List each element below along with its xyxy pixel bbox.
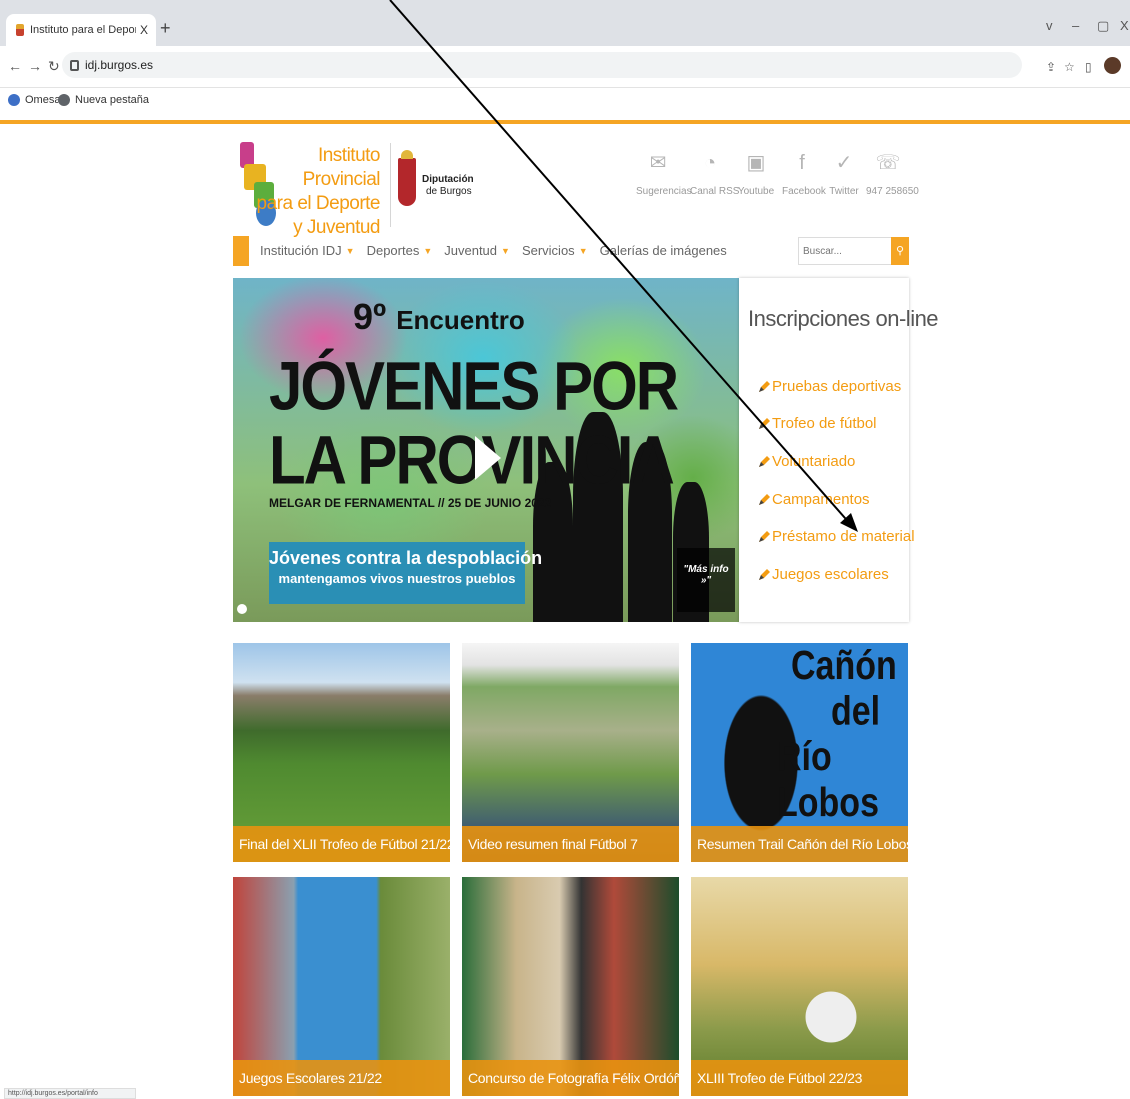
- menu-item-deportes[interactable]: Deportes ▼: [367, 243, 433, 258]
- hero-banner: Jóvenes contra la despoblación mantengam…: [269, 542, 542, 604]
- bookmark-star-icon[interactable]: ☆: [1064, 60, 1075, 74]
- back-arrow-icon[interactable]: ←: [8, 58, 22, 74]
- tile-caption: XLIII Trofeo de Fútbol 22/23: [691, 1060, 908, 1096]
- menu-item-galerias[interactable]: Galerías de imágenes: [600, 243, 727, 258]
- social-twitter[interactable]: ✓ Twitter: [827, 150, 861, 197]
- globe-icon: [58, 94, 70, 106]
- tile-caption: Video resumen final Fútbol 7: [462, 826, 679, 862]
- menu-item-servicios[interactable]: Servicios ▼: [522, 243, 588, 258]
- pencil-icon: [759, 380, 770, 392]
- minimize-button[interactable]: –: [1072, 18, 1079, 33]
- diputacion-logo-text[interactable]: Diputación de Burgos: [422, 174, 474, 198]
- social-sugerencias[interactable]: ✉ Sugerencias: [636, 150, 692, 197]
- hero-title-line1: 9º Encuentro: [353, 296, 525, 337]
- tab-search-icon[interactable]: v: [1046, 18, 1053, 33]
- menu-item-juventud[interactable]: Juventud ▼: [444, 243, 510, 258]
- inscripcion-link-campamentos[interactable]: Campamentos: [758, 491, 870, 508]
- browser-tabstrip: Instituto para el Deporte y Juven X + v …: [0, 0, 1130, 46]
- bookmark-omesa[interactable]: Omesa: [8, 94, 60, 106]
- mail-icon: ✉: [649, 152, 667, 174]
- tile-caption: Final del XLII Trofeo de Fútbol 21/22: [233, 826, 450, 862]
- header-divider: [390, 143, 391, 227]
- main-menu: Institución IDJ ▼ Deportes ▼ Juventud ▼ Ser…: [260, 243, 739, 258]
- side-panel-icon[interactable]: ▯: [1085, 60, 1092, 74]
- restore-button[interactable]: ▢: [1097, 18, 1109, 34]
- inscripcion-link-pruebas[interactable]: Pruebas deportivas: [758, 378, 901, 395]
- status-url-bar: http://idj.burgos.es/portal/info: [4, 1088, 136, 1099]
- hero-title-line3: LA PROVINCIA: [269, 421, 675, 499]
- inscripcion-link-prestamo[interactable]: Préstamo de material: [758, 528, 915, 545]
- news-tile-juegos-escolares[interactable]: Juegos Escolares 21/22: [233, 877, 450, 1096]
- address-url: idj.burgos.es: [85, 58, 154, 72]
- twitter-icon: ✓: [835, 152, 853, 174]
- youtube-icon: ▣: [746, 152, 766, 174]
- slider-dot[interactable]: [237, 604, 247, 614]
- social-facebook[interactable]: f Facebook: [782, 150, 826, 197]
- diputacion-shield-icon: [398, 150, 416, 206]
- facebook-icon: f: [799, 152, 805, 174]
- search-input[interactable]: [798, 237, 892, 265]
- tab-title: Instituto para el Deporte y Juven: [30, 24, 136, 36]
- site-brand-title[interactable]: Instituto Provincial para el Deporte y J…: [252, 144, 381, 240]
- search-icon: ⚲: [895, 245, 905, 257]
- caret-down-icon: ▼: [578, 245, 588, 256]
- news-tile-trail-canon[interactable]: Cañón del Río Lobos Resumen Trail Cañón …: [691, 643, 908, 862]
- pencil-icon: [759, 493, 770, 505]
- forward-arrow-icon[interactable]: →: [28, 58, 42, 74]
- social-rss[interactable]: ◔ Canal RSS: [690, 150, 739, 197]
- tile-caption: Resumen Trail Cañón del Río Lobos: [691, 826, 908, 862]
- site-favicon-icon: [16, 24, 24, 36]
- inscripcion-link-juegos[interactable]: Juegos escolares: [758, 566, 889, 583]
- tile-caption: Concurso de Fotografía Félix Ordóñez: [462, 1060, 679, 1096]
- pencil-icon: [759, 530, 770, 542]
- search-button[interactable]: ⚲: [891, 237, 909, 265]
- menu-item-institucion[interactable]: Institución IDJ ▼: [260, 243, 355, 258]
- hero-title-line2: JÓVENES POR: [269, 347, 679, 425]
- header-accent-rule: [0, 120, 1130, 124]
- omesa-icon: [8, 94, 20, 106]
- inscripcion-link-trofeo[interactable]: Trofeo de fútbol: [758, 415, 877, 432]
- bookmark-nueva-pestana[interactable]: Nueva pestaña: [58, 94, 149, 106]
- hero-slider[interactable]: 9º Encuentro JÓVENES POR LA PROVINCIA ME…: [233, 278, 739, 622]
- bookmarks-bar: Omesa Nueva pestaña: [0, 88, 1130, 114]
- news-tile-concurso-foto[interactable]: Concurso de Fotografía Félix Ordóñez: [462, 877, 679, 1096]
- caret-down-icon: ▼: [501, 245, 510, 256]
- menu-accent-block: [233, 236, 249, 266]
- share-icon[interactable]: ⇪: [1046, 60, 1056, 74]
- more-info-button[interactable]: "Más info »": [677, 548, 735, 612]
- close-window-button[interactable]: X: [1120, 18, 1129, 33]
- new-tab-button[interactable]: +: [160, 19, 171, 37]
- news-tile-xliii-trofeo[interactable]: XLIII Trofeo de Fútbol 22/23: [691, 877, 908, 1096]
- lock-icon: [70, 59, 79, 71]
- rss-icon: ◔: [703, 152, 717, 174]
- news-tile-video-futbol7[interactable]: Video resumen final Fútbol 7: [462, 643, 679, 862]
- pencil-icon: [759, 568, 770, 580]
- play-icon[interactable]: [475, 436, 501, 480]
- inscripcion-link-voluntariado[interactable]: Voluntariado: [758, 453, 855, 470]
- social-youtube[interactable]: ▣ Youtube: [737, 150, 775, 197]
- reload-icon[interactable]: ↻: [48, 58, 60, 75]
- pencil-icon: [759, 455, 770, 467]
- hero-subline: MELGAR DE FERNAMENTAL // 25 DE JUNIO 202…: [269, 496, 552, 510]
- phone-icon: ☏: [875, 152, 901, 174]
- browser-tab[interactable]: Instituto para el Deporte y Juven X: [6, 14, 156, 46]
- address-bar[interactable]: idj.burgos.es: [62, 52, 1022, 78]
- tab-close-icon[interactable]: X: [140, 23, 148, 37]
- news-tile-final-trofeo[interactable]: Final del XLII Trofeo de Fútbol 21/22: [233, 643, 450, 862]
- profile-avatar[interactable]: [1104, 57, 1121, 74]
- caret-down-icon: ▼: [423, 245, 433, 256]
- pencil-icon: [759, 417, 770, 429]
- tile-caption: Juegos Escolares 21/22: [233, 1060, 450, 1096]
- social-phone[interactable]: ☏ 947 258650: [866, 150, 919, 197]
- caret-down-icon: ▼: [345, 245, 355, 256]
- tile-art-text: Cañón del Río Lobos: [777, 643, 897, 826]
- panel-title: Inscripciones on-line: [748, 306, 939, 331]
